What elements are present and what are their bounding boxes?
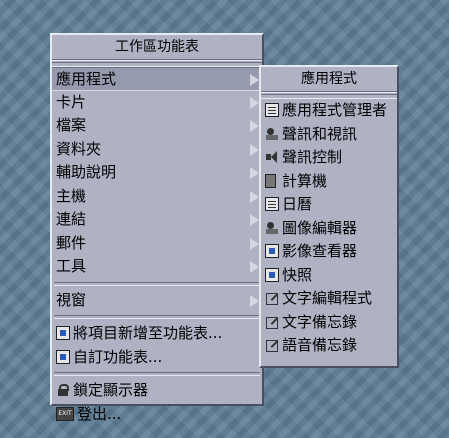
menu-item-label: 卡片 <box>56 92 87 111</box>
workspace-menu-title: 工作區功能表 <box>52 35 262 60</box>
menu-item-label: 輔助說明 <box>56 163 117 181</box>
submenu-arrow-icon <box>250 96 259 109</box>
submenu-item-text-editor[interactable]: 文字編輯程式 <box>261 287 397 311</box>
submenu-arrow-icon <box>250 74 259 86</box>
menu-item-label: 連結 <box>56 210 87 228</box>
submenu-item-label: 文字備忘錄 <box>282 312 358 331</box>
submenu-item-label: 影像查看器 <box>282 242 358 260</box>
exit-icon: EXIT <box>56 406 74 421</box>
applications-submenu-title: 應用程式 <box>261 67 397 92</box>
menu-item-label: 登出... <box>77 404 122 423</box>
menu-item-hosts[interactable]: 主機 <box>52 185 262 209</box>
menu-item-files[interactable]: 檔案 <box>52 114 262 138</box>
submenu-arrow-icon <box>250 237 259 250</box>
submenu-item-app-manager[interactable]: 應用程式管理者 <box>261 99 397 123</box>
menu-item-windows[interactable]: 視窗 <box>52 289 262 313</box>
menu-separator <box>54 372 260 376</box>
submenu-arrow-icon <box>250 120 259 132</box>
menu-item-customize-menu[interactable]: 自訂功能表... <box>52 346 262 370</box>
add-to-menu-icon <box>56 326 70 340</box>
menu-item-label: 工具 <box>56 257 87 275</box>
submenu-arrow-icon <box>250 143 259 156</box>
snapshot-icon <box>265 267 279 282</box>
text-editor-icon <box>265 291 279 305</box>
submenu-item-calendar[interactable]: 日曆 <box>261 193 397 217</box>
menu-item-mail[interactable]: 郵件 <box>52 232 262 256</box>
submenu-item-audio-video[interactable]: 聲訊和視訊 <box>261 123 397 147</box>
menu-item-label: 主機 <box>56 186 87 205</box>
submenu-item-label: 應用程式管理者 <box>282 101 388 119</box>
submenu-item-label: 聲訊和視訊 <box>282 124 358 143</box>
submenu-item-label: 文字編輯程式 <box>282 289 373 307</box>
submenu-arrow-icon <box>250 294 259 307</box>
menu-item-logout[interactable]: EXIT 登出... <box>52 403 262 427</box>
menu-item-label: 檔案 <box>56 116 87 134</box>
voice-note-icon <box>265 338 279 352</box>
applications-submenu: 應用程式 應用程式管理者 聲訊和視訊 聲訊控制 計算機 日曆 圖像編輯器 影像查… <box>259 65 399 368</box>
submenu-arrow-icon <box>250 261 259 273</box>
submenu-item-label: 日曆 <box>282 195 313 213</box>
calendar-icon <box>265 197 279 211</box>
calculator-icon <box>265 173 276 188</box>
image-viewer-icon <box>265 244 279 258</box>
workspace-menu: 工作區功能表 應用程式 卡片 檔案 資料夾 輔助說明 主機 連結 郵件 工具 視… <box>50 33 264 423</box>
submenu-item-label: 圖像編輯器 <box>282 218 358 237</box>
audio-control-icon <box>265 150 279 164</box>
submenu-arrow-icon <box>250 214 259 226</box>
submenu-arrow-icon <box>250 190 259 203</box>
audio-video-icon <box>265 127 279 141</box>
menu-item-label: 資料夾 <box>56 139 102 158</box>
menu-item-help[interactable]: 輔助說明 <box>52 161 262 185</box>
menu-item-links[interactable]: 連結 <box>52 208 262 232</box>
menu-item-label: 鎖定顯示器 <box>73 381 149 399</box>
menu-item-applications[interactable]: 應用程式 <box>52 67 262 91</box>
menu-item-label: 自訂功能表... <box>73 347 163 366</box>
submenu-item-audio-control[interactable]: 聲訊控制 <box>261 146 397 170</box>
menu-separator <box>54 281 260 286</box>
submenu-item-label: 聲訊控制 <box>282 148 343 166</box>
image-editor-icon <box>265 221 279 235</box>
menu-item-label: 將項目新增至功能表... <box>73 324 223 342</box>
menu-item-folders[interactable]: 資料夾 <box>52 138 262 162</box>
submenu-item-text-note[interactable]: 文字備忘錄 <box>261 311 397 335</box>
lock-icon <box>56 383 70 397</box>
menu-item-tools[interactable]: 工具 <box>52 255 262 279</box>
submenu-item-image-editor[interactable]: 圖像編輯器 <box>261 217 397 241</box>
app-manager-icon <box>265 103 279 117</box>
submenu-item-label: 計算機 <box>282 171 328 190</box>
customize-menu-icon <box>56 349 70 364</box>
menu-item-label: 郵件 <box>56 233 87 252</box>
submenu-item-image-viewer[interactable]: 影像查看器 <box>261 240 397 264</box>
submenu-item-snapshot[interactable]: 快照 <box>261 264 397 288</box>
menu-item-lock-screen[interactable]: 鎖定顯示器 <box>52 379 262 403</box>
menu-item-cards[interactable]: 卡片 <box>52 91 262 115</box>
submenu-item-label: 語音備忘錄 <box>282 336 358 354</box>
submenu-item-calculator[interactable]: 計算機 <box>261 170 397 194</box>
menu-separator <box>54 315 260 319</box>
menu-item-label: 視窗 <box>56 290 87 309</box>
submenu-arrow-icon <box>250 167 259 179</box>
menu-item-add-to-menu[interactable]: 將項目新增至功能表... <box>52 322 262 346</box>
text-note-icon <box>265 315 279 329</box>
menu-item-label: 應用程式 <box>56 70 117 88</box>
submenu-item-label: 快照 <box>282 265 313 284</box>
submenu-item-voice-note[interactable]: 語音備忘錄 <box>261 334 397 358</box>
